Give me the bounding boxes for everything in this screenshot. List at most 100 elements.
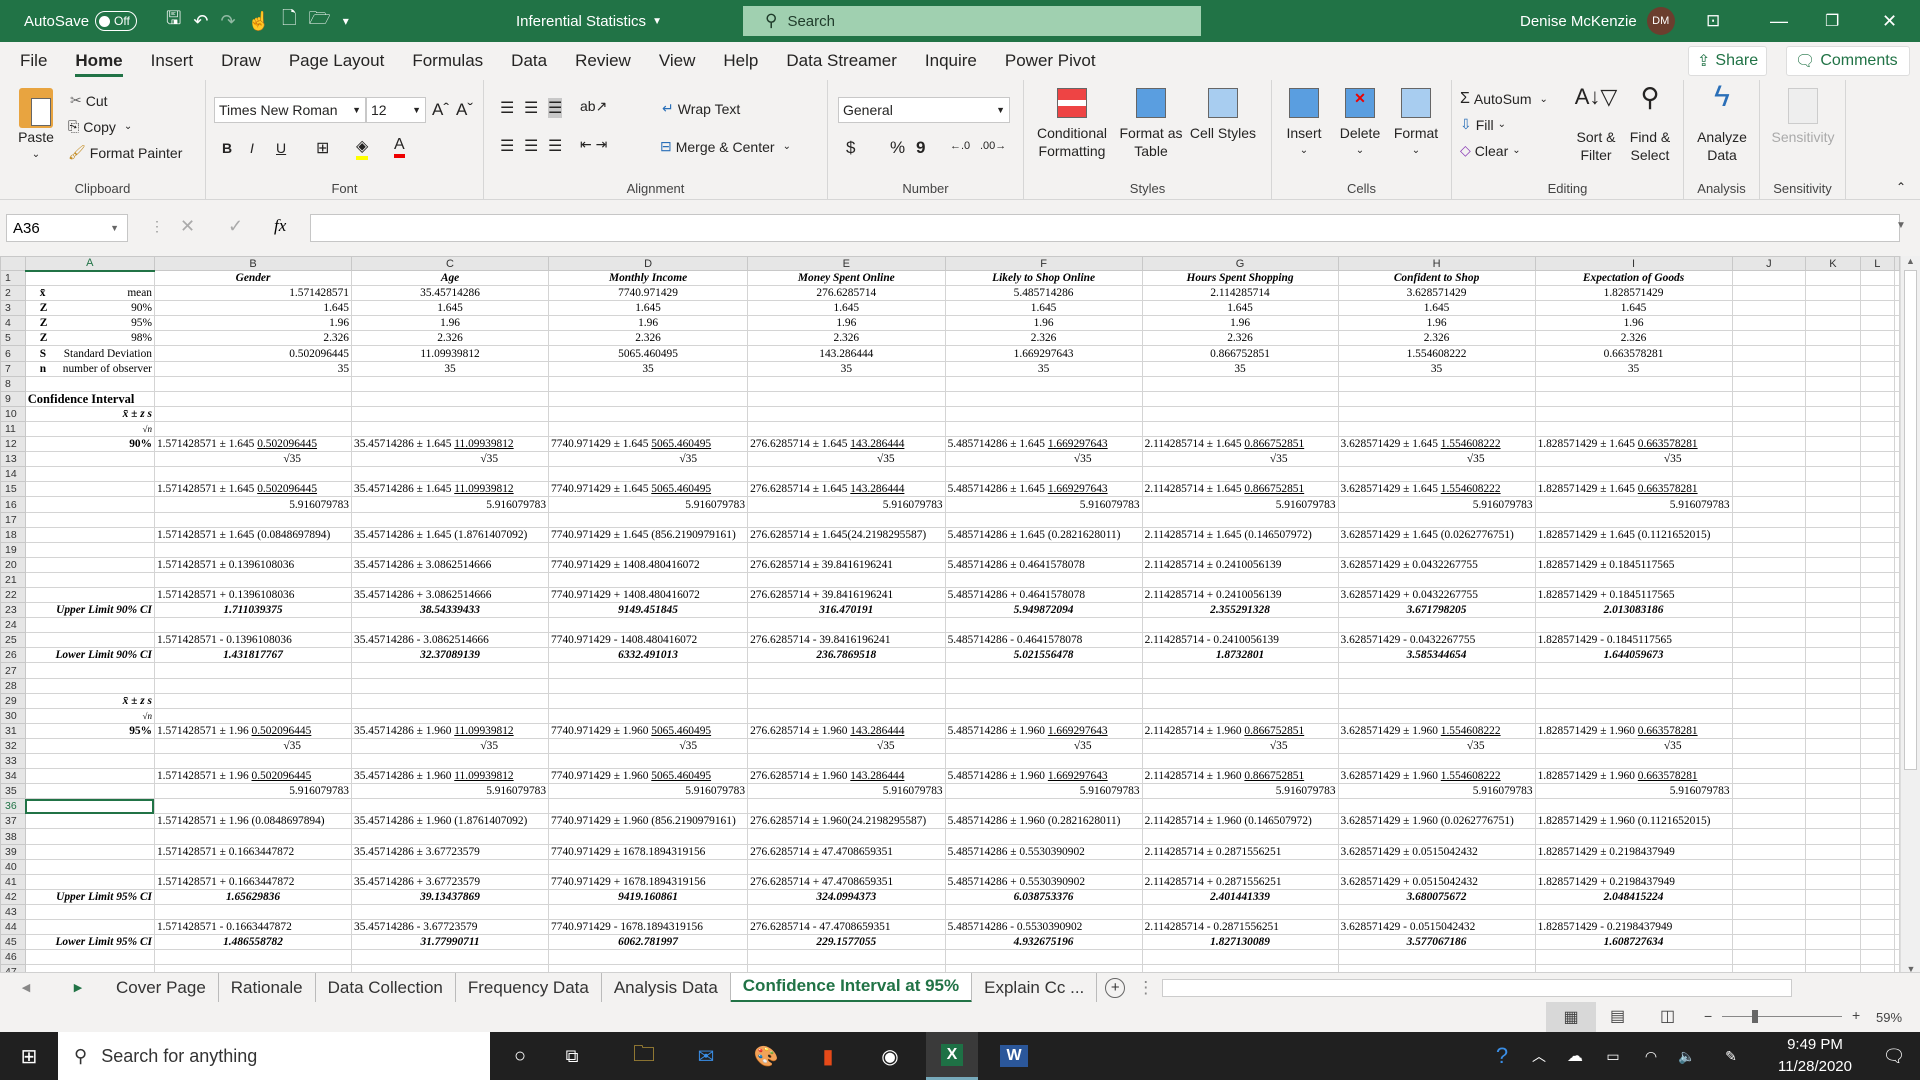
cell[interactable] — [1805, 828, 1861, 845]
cell[interactable] — [153, 511, 353, 528]
upper-limit-cell[interactable]: 316.470191 — [747, 602, 946, 619]
font-name-dropdown[interactable]: Times New Roman ▼ — [214, 97, 366, 123]
cell[interactable] — [1731, 466, 1807, 483]
standard-error-expression-cell[interactable]: 1.828571429 ± 1.645 (0.1121652015) — [1534, 526, 1733, 543]
cell[interactable] — [1141, 798, 1339, 815]
cell[interactable] — [1731, 571, 1807, 588]
cell[interactable] — [1805, 617, 1861, 634]
standard-error-expression-cell[interactable]: 7740.971429 ± 1.645 (856.2190979161) — [548, 526, 749, 543]
ci-expression-cell[interactable]: 5.485714286 ± 1.645 1.669297643 — [944, 481, 1143, 498]
copy-button[interactable]: ⎘ Copy ⌄ — [68, 118, 132, 135]
avatar[interactable]: DM — [1646, 7, 1675, 35]
standard-error-expression-cell[interactable]: 35.45714286 ± 1.645 (1.8761407092) — [351, 526, 550, 543]
cell[interactable] — [1859, 647, 1896, 664]
cell[interactable] — [1805, 360, 1861, 377]
upper-limit-cell[interactable]: 3.671798205 — [1337, 602, 1536, 619]
insert-cells-button[interactable]: Insert ⌄ — [1276, 88, 1332, 160]
lower-expression-cell[interactable]: 5.485714286 - 0.5530390902 — [944, 919, 1143, 936]
cell[interactable] — [1805, 919, 1861, 936]
cell[interactable] — [1859, 949, 1896, 966]
cell[interactable] — [351, 420, 550, 438]
ci-expression-cell[interactable]: 3.628571429 ± 1.960 1.554608222 — [1337, 768, 1536, 785]
analyze-data-button[interactable]: ϟ Analyze Data — [1690, 82, 1754, 164]
cancel-entry-icon[interactable]: ✕ — [180, 216, 195, 237]
row-header[interactable]: 2 — [0, 285, 26, 302]
cell[interactable] — [1805, 949, 1861, 966]
lower-limit-label[interactable]: Lower Limit 90% CI — [24, 647, 155, 664]
sqrt-n-cell[interactable]: √35 — [351, 737, 550, 755]
cell[interactable] — [1805, 300, 1861, 317]
scroll-thumb[interactable] — [1904, 270, 1917, 770]
cell[interactable] — [24, 617, 155, 634]
cell[interactable] — [747, 617, 946, 634]
cell[interactable] — [1534, 798, 1733, 815]
sqrt-value-cell[interactable]: 5.916079783 — [1141, 783, 1339, 800]
cell[interactable] — [1805, 405, 1861, 422]
standard-error-expression-cell[interactable]: 3.628571429 ± 1.645 (0.0262776751) — [1337, 526, 1536, 543]
tab-navigation[interactable]: ◀ ▶ — [0, 981, 104, 994]
row-header[interactable]: 30 — [0, 707, 26, 724]
cell[interactable] — [1894, 511, 1900, 528]
cell[interactable] — [1337, 662, 1536, 679]
upper-expression-cell[interactable]: 7740.971429 + 1678.1894319156 — [548, 873, 749, 890]
cell[interactable] — [153, 752, 353, 770]
sqrt-n-cell[interactable]: √35 — [1337, 451, 1536, 468]
format-cells-button[interactable]: Format ⌄ — [1388, 88, 1444, 160]
row-header[interactable]: 1 — [0, 269, 26, 287]
sqrt-value-cell[interactable]: 5.916079783 — [153, 496, 353, 513]
cell[interactable] — [1894, 768, 1900, 785]
cell[interactable] — [1859, 888, 1896, 905]
cell[interactable] — [1894, 436, 1900, 453]
ci-expression-cell[interactable]: 5.485714286 ± 1.960 1.669297643 — [944, 768, 1143, 785]
ci-expression-cell[interactable]: 2.114285714 ± 1.645 0.866752851 — [1141, 436, 1339, 453]
margin-of-error-expression-cell[interactable]: 35.45714286 ± 3.0862514666 — [351, 556, 550, 573]
stat-value-cell[interactable]: 1.645 — [1337, 300, 1536, 317]
column-title-cell[interactable]: Likely to Shop Online — [944, 269, 1143, 287]
row-header[interactable]: 8 — [0, 375, 26, 392]
cell[interactable] — [1805, 888, 1861, 905]
row-header[interactable]: 16 — [0, 496, 26, 513]
confidence-level-label[interactable]: 95% — [24, 722, 155, 739]
stat-value-cell[interactable]: 1.96 — [1337, 315, 1536, 332]
cell[interactable] — [1805, 375, 1861, 392]
cell[interactable] — [548, 828, 749, 845]
upper-expression-cell[interactable]: 3.628571429 + 0.0515042432 — [1337, 873, 1536, 890]
ci-expression-cell[interactable]: 35.45714286 ± 1.960 11.09939812 — [351, 722, 550, 739]
cell[interactable] — [548, 752, 749, 770]
row-header[interactable]: 42 — [0, 888, 26, 905]
upper-limit-cell[interactable]: 1.711039375 — [153, 602, 353, 619]
page-break-view-icon[interactable]: ◫ — [1660, 1006, 1675, 1026]
ci-expression-cell[interactable]: 35.45714286 ± 1.645 11.09939812 — [351, 481, 550, 498]
cell[interactable] — [1805, 451, 1861, 468]
cell[interactable] — [1141, 405, 1339, 422]
cell[interactable] — [1337, 752, 1536, 770]
vertical-scrollbar[interactable]: ▲ ▼ — [1900, 256, 1920, 976]
cell[interactable] — [1805, 466, 1861, 483]
cell[interactable] — [1141, 752, 1339, 770]
cell[interactable] — [1731, 873, 1807, 890]
standard-error-expression-cell[interactable]: 276.6285714 ± 1.645(24.2198295587) — [747, 526, 946, 543]
minimize-icon[interactable]: — — [1770, 0, 1788, 42]
cell[interactable] — [548, 541, 749, 558]
standard-error-expression-cell[interactable]: 1.571428571 ± 1.96 (0.0848697894) — [153, 813, 353, 830]
cell[interactable] — [1141, 617, 1339, 634]
cell[interactable] — [1805, 420, 1861, 438]
row-header[interactable]: 36 — [0, 798, 26, 815]
cell[interactable] — [1805, 707, 1861, 724]
percent-button[interactable]: % — [890, 138, 905, 158]
cell[interactable] — [747, 390, 946, 407]
upper-expression-cell[interactable]: 5.485714286 + 0.4641578078 — [944, 586, 1143, 604]
ci-expression-cell[interactable]: 7740.971429 ± 1.960 5065.460495 — [548, 722, 749, 739]
cell[interactable] — [1859, 903, 1896, 921]
zoom-slider[interactable] — [1722, 1010, 1842, 1023]
lower-expression-cell[interactable]: 2.114285714 - 0.2410056139 — [1141, 632, 1339, 649]
excel-taskbar-icon[interactable]: X — [926, 1032, 978, 1080]
delete-cells-button[interactable]: ✕ Delete ⌄ — [1332, 88, 1388, 160]
stat-value-cell[interactable]: 1.96 — [351, 315, 550, 332]
cell[interactable] — [1859, 798, 1896, 815]
lower-limit-cell[interactable]: 1.8732801 — [1141, 647, 1339, 664]
standard-error-expression-cell[interactable]: 1.828571429 ± 1.960 (0.1121652015) — [1534, 813, 1733, 830]
upper-limit-cell[interactable]: 2.401441339 — [1141, 888, 1339, 905]
cell[interactable] — [1337, 798, 1536, 815]
upper-limit-cell[interactable]: 38.54339433 — [351, 602, 550, 619]
